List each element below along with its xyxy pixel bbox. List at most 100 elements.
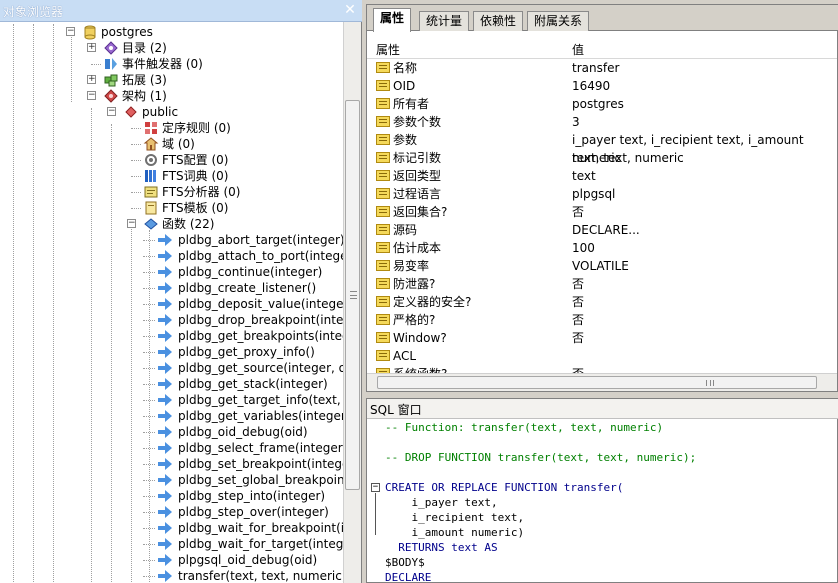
property-row[interactable]: ACL [367,347,837,365]
collapse-icon[interactable]: − [87,91,96,100]
properties-header: 属性 值 [367,39,837,59]
property-name: 严格的? [393,313,436,327]
tree-node-label: FTS词典 (0) [162,169,229,183]
property-row[interactable]: OID 16490 [367,77,837,95]
column-header-property[interactable]: 属性 [376,41,400,58]
property-icon [376,278,390,289]
tree-vertical-scrollbar[interactable] [343,22,361,583]
tree-node-label: 拓展 (3) [122,73,167,87]
tree-scroll-thumb[interactable] [345,100,360,490]
tab-dependents[interactable]: 附属关系 [527,11,590,31]
function-label: pldbg_oid_debug(oid) [178,425,308,439]
tab-statistics[interactable]: 统计量 [419,11,470,31]
function-arrow-icon [157,424,173,440]
property-icon [376,350,390,361]
property-row[interactable]: 易变率 VOLATILE [367,257,837,275]
property-icon [376,98,390,109]
function-label: pldbg_get_stack(integer) [178,377,328,391]
function-label: pldbg_set_breakpoint(integer, [178,457,343,471]
properties-panel: 属性 统计量 依赖性 附属关系 属性 值 名称 transfer OID 16490 所… [366,4,838,392]
property-row[interactable]: 参数 i_payer text, i_recipient text, i_amou… [367,131,837,165]
function-label: pldbg_wait_for_target(integer [178,537,343,551]
property-value: DECLARE... [572,223,640,237]
sql-pane-title: SQL 窗口 [370,403,422,417]
sql-line: DECLARE [385,571,432,582]
property-name: ACL [393,349,417,363]
object-browser-title: 对象浏览器 [3,5,64,19]
event-trigger-icon [103,56,119,72]
function-label: pldbg_get_proxy_info() [178,345,315,359]
property-row[interactable]: 定义器的安全? 否 [367,293,837,311]
property-name: Window? [393,331,447,345]
sql-line: RETURNS text AS [385,541,498,554]
function-label: pldbg_deposit_value(integer, ' [178,297,343,311]
expand-icon[interactable]: + [87,75,96,84]
tab-properties[interactable]: 属性 [373,8,412,32]
property-value: 否 [572,313,585,327]
fold-toggle-icon[interactable]: − [371,483,380,492]
schema-icon [103,88,119,104]
property-row[interactable]: Window? 否 [367,329,837,347]
property-name: 名称 [393,61,418,75]
function-label: pldbg_continue(integer) [178,265,323,279]
function-arrow-icon [157,328,173,344]
property-row[interactable]: 源码 DECLARE... [367,221,837,239]
property-value: 否 [572,295,585,309]
property-row[interactable]: 名称 transfer [367,59,837,77]
property-icon [376,170,390,181]
property-row[interactable]: 标记引数 text, text, numeric [367,149,837,167]
property-icon [376,242,390,253]
property-row[interactable]: 参数个数 3 [367,113,837,131]
properties-horizontal-scrollbar[interactable] [367,373,837,391]
property-name: 源码 [393,223,418,237]
property-name: 估计成本 [393,241,442,255]
sql-line: -- DROP FUNCTION transfer(text, text, nu… [385,451,697,464]
expand-icon[interactable]: + [87,43,96,52]
function-arrow-icon [157,568,173,583]
collapse-icon[interactable]: − [66,27,75,36]
close-icon[interactable]: ✕ [343,3,357,17]
property-row[interactable]: 估计成本 100 [367,239,837,257]
property-value: text, text, numeric [572,151,684,165]
tree-node-label: public [142,105,179,119]
property-row[interactable]: 返回集合? 否 [367,203,837,221]
function-arrow-icon [157,504,173,520]
property-icon [376,206,390,217]
property-value: 3 [572,115,580,129]
properties-scroll-thumb[interactable] [377,376,817,389]
property-name: 所有者 [393,97,430,111]
property-icon [376,80,390,91]
function-label: pldbg_set_global_breakpoint(i [178,473,343,487]
tab-dependencies[interactable]: 依赖性 [473,11,524,31]
function-label: pldbg_get_source(integer, oid [178,361,343,375]
sql-editor[interactable]: -- Function: transfer(text, text, numeri… [367,419,837,582]
function-arrow-icon [157,232,173,248]
function-arrow-icon [157,440,173,456]
property-row[interactable]: 系统函数? 否 [367,365,837,373]
property-row[interactable]: 过程语言 plpgsql [367,185,837,203]
property-value: postgres [572,97,624,111]
sql-line: i_recipient text, [385,511,525,524]
property-row[interactable]: 所有者 postgres [367,95,837,113]
fts-parser-icon [143,184,159,200]
sql-line: $BODY$ [385,556,425,569]
function-arrow-icon [157,360,173,376]
sql-line: CREATE OR REPLACE FUNCTION transfer( [385,481,624,494]
fts-config-icon [143,152,159,168]
property-name: 定义器的安全? [393,295,472,309]
property-row[interactable]: 返回类型 text [367,167,837,185]
property-value: 16490 [572,79,611,93]
column-header-value[interactable]: 值 [572,41,584,58]
tree-node-label: 域 (0) [162,137,195,151]
collapse-icon[interactable]: − [127,219,136,228]
tree-node-label: 函数 (22) [162,217,215,231]
function-arrow-icon [157,392,173,408]
property-row[interactable]: 严格的? 否 [367,311,837,329]
fts-template-icon [143,200,159,216]
collapse-icon[interactable]: − [107,107,116,116]
function-arrow-icon [157,376,173,392]
property-row[interactable]: 防泄露? 否 [367,275,837,293]
function-label: pldbg_abort_target(integer) [178,233,343,247]
extension-icon [103,72,119,88]
sql-line: i_payer text, [385,496,498,509]
